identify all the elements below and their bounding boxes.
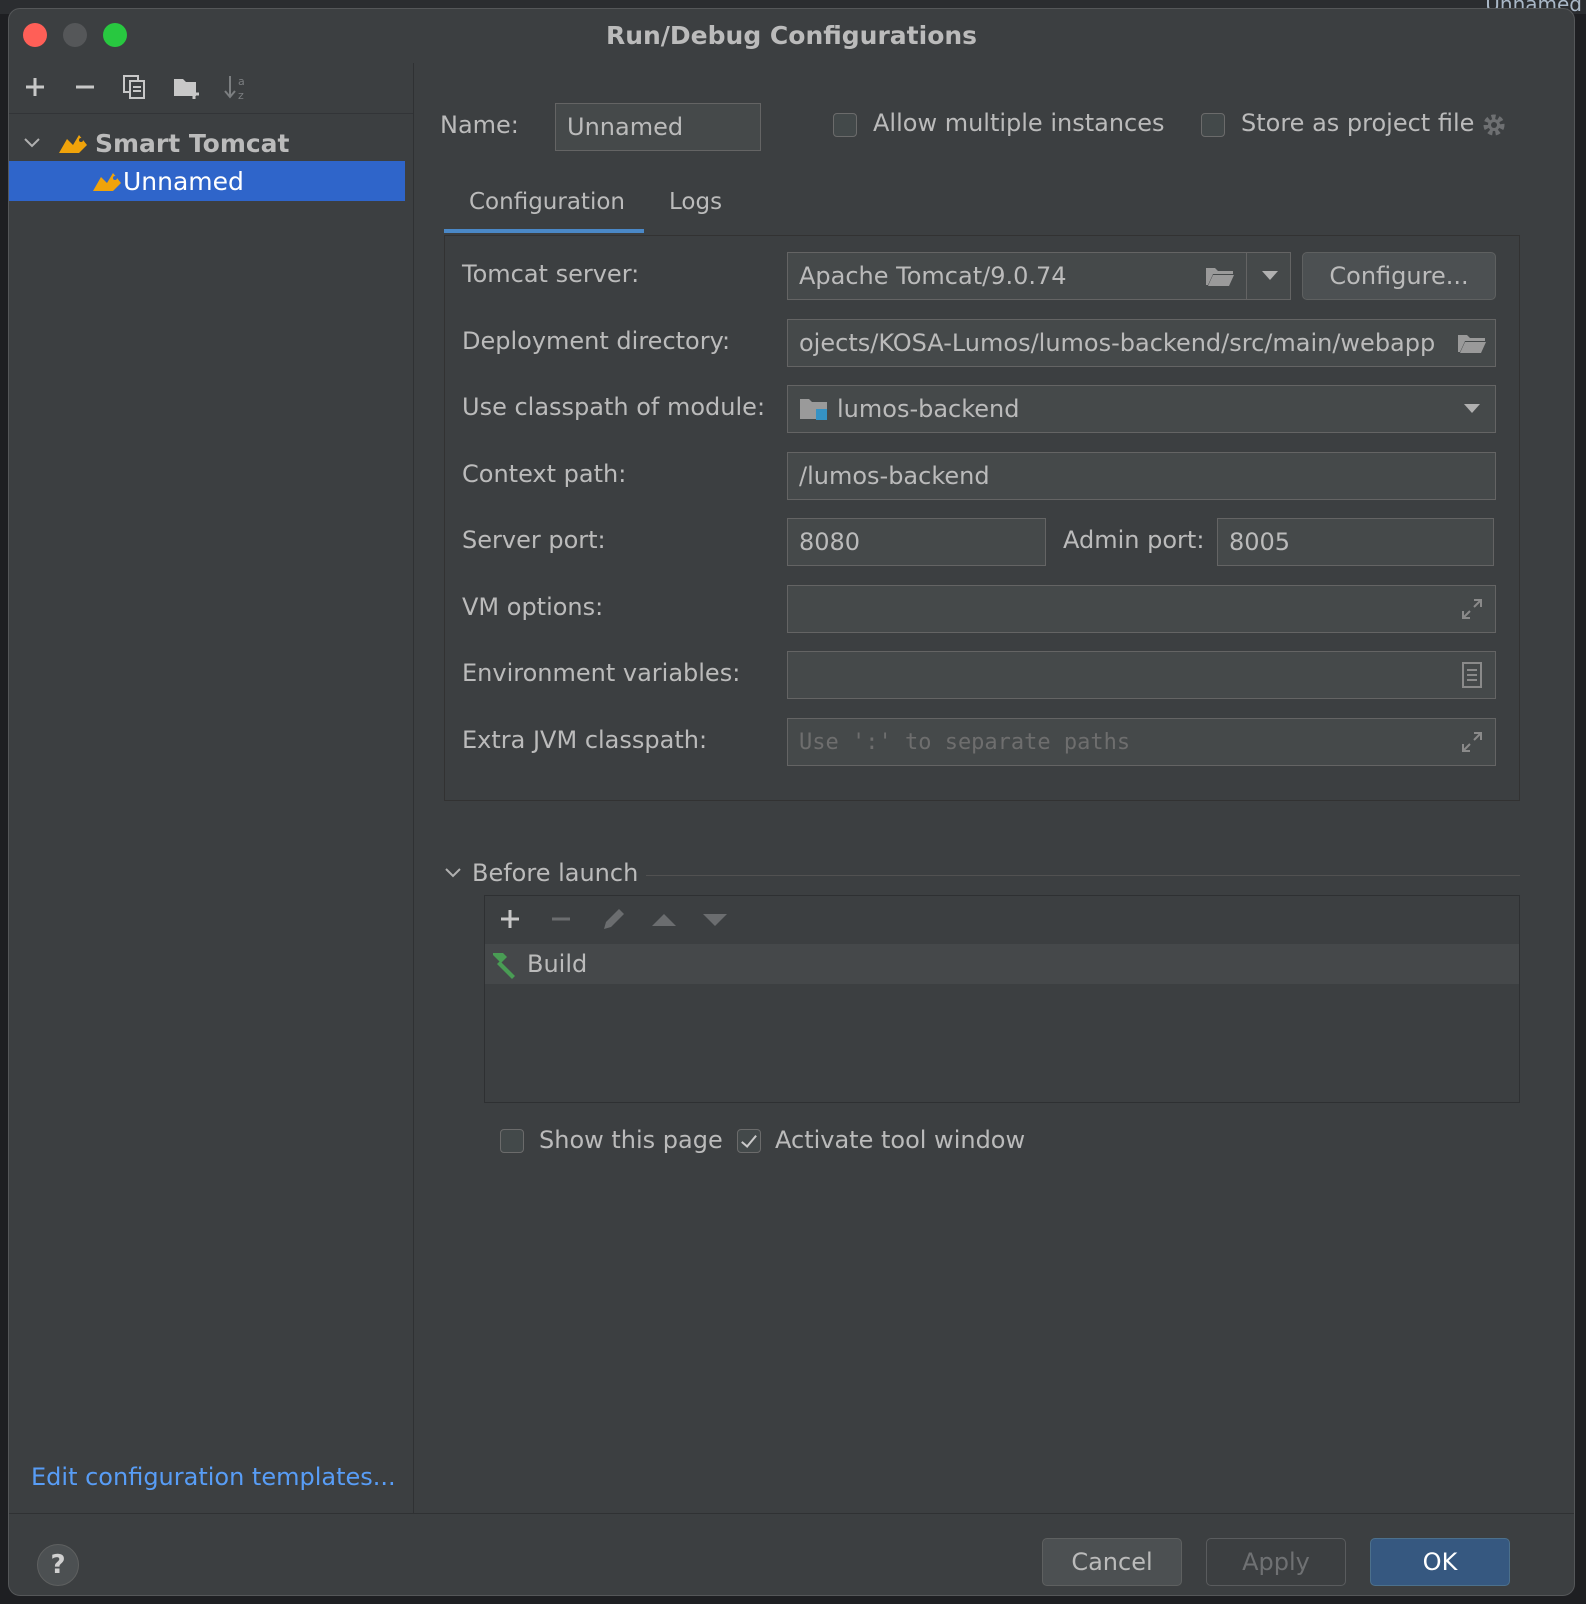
extra-jvm-classpath-placeholder: Use ':' to separate paths: [799, 729, 1131, 755]
deployment-directory-value: ojects/KOSA-Lumos/lumos-backend/src/main…: [799, 329, 1436, 357]
extra-jvm-classpath-field[interactable]: Use ':' to separate paths: [787, 718, 1496, 766]
svg-text:a: a: [238, 75, 245, 88]
remove-icon[interactable]: [67, 69, 103, 105]
server-port-field[interactable]: 8080: [787, 518, 1046, 566]
active-tab-indicator: [444, 229, 644, 233]
copy-icon[interactable]: [117, 69, 153, 105]
tab-logs[interactable]: Logs: [669, 189, 722, 215]
tomcat-icon: [91, 169, 123, 193]
allow-multiple-instances-label: Allow multiple instances: [873, 109, 1165, 137]
server-port-label: Server port:: [462, 526, 606, 554]
move-down-icon[interactable]: [702, 912, 728, 931]
hammer-icon: [487, 949, 521, 979]
store-as-project-file-checkbox[interactable]: [1201, 113, 1225, 137]
configurations-sidebar: az Smart Tomcat Unnamed Edit configurati…: [9, 63, 414, 1513]
run-debug-dialog: Run/Debug Configurations az Smart Tomcat…: [8, 8, 1575, 1596]
expand-icon[interactable]: [1452, 719, 1492, 765]
expand-icon[interactable]: [1452, 586, 1492, 632]
before-launch-title: Before launch: [472, 859, 639, 887]
tree-group-label: Smart Tomcat: [95, 128, 290, 158]
tomcat-server-select[interactable]: Apache Tomcat/9.0.74: [787, 252, 1291, 300]
title-bar: Run/Debug Configurations: [9, 9, 1574, 63]
chevron-down-icon[interactable]: [23, 137, 43, 149]
gear-icon[interactable]: [1480, 111, 1508, 143]
vm-options-label: VM options:: [462, 593, 604, 621]
context-path-label: Context path:: [462, 460, 627, 488]
activate-tool-window-label: Activate tool window: [775, 1126, 1026, 1154]
environment-variables-label: Environment variables:: [462, 659, 741, 687]
name-field[interactable]: Unnamed: [555, 103, 761, 151]
tree-group-smart-tomcat[interactable]: Smart Tomcat: [9, 123, 405, 163]
before-launch-toolbar: [485, 896, 1519, 945]
configuration-tab-panel: Tomcat server: Apache Tomcat/9.0.74 Conf…: [444, 235, 1520, 801]
tomcat-icon: [57, 131, 89, 155]
admin-port-label: Admin port:: [1063, 526, 1205, 554]
tree-item-label: Unnamed: [123, 166, 244, 196]
build-step-label: Build: [527, 950, 588, 978]
document-icon[interactable]: [1452, 652, 1492, 698]
remove-icon[interactable]: [550, 908, 572, 934]
store-as-project-file-label: Store as project file: [1241, 109, 1475, 137]
edit-icon[interactable]: [600, 905, 628, 937]
svg-text:z: z: [238, 89, 244, 101]
show-this-page-label: Show this page: [539, 1126, 723, 1154]
classpath-module-label: Use classpath of module:: [462, 393, 766, 421]
classpath-module-value: lumos-backend: [837, 395, 1020, 423]
tomcat-server-value: Apache Tomcat/9.0.74: [799, 262, 1067, 290]
dialog-title: Run/Debug Configurations: [605, 21, 978, 50]
tab-configuration[interactable]: Configuration: [469, 189, 625, 215]
admin-port-field[interactable]: 8005: [1217, 518, 1494, 566]
dialog-footer: ? Cancel Apply OK: [9, 1513, 1574, 1595]
sidebar-toolbar: az: [9, 63, 413, 114]
show-this-page-checkbox[interactable]: [500, 1129, 524, 1153]
classpath-module-select[interactable]: lumos-backend: [787, 385, 1496, 433]
chevron-down-icon[interactable]: [444, 867, 462, 879]
folder-open-icon[interactable]: [1450, 320, 1494, 366]
edit-configuration-templates-link[interactable]: Edit configuration templates...: [31, 1463, 396, 1491]
environment-variables-field[interactable]: [787, 651, 1496, 699]
deployment-directory-label: Deployment directory:: [462, 327, 731, 355]
sort-icon[interactable]: az: [219, 69, 255, 105]
before-launch-list: Build: [484, 895, 1520, 1103]
extra-jvm-classpath-label: Extra JVM classpath:: [462, 726, 708, 754]
activate-tool-window-checkbox[interactable]: [737, 1129, 761, 1153]
cancel-button[interactable]: Cancel: [1042, 1538, 1182, 1586]
ok-button[interactable]: OK: [1370, 1538, 1510, 1586]
help-button[interactable]: ?: [37, 1544, 79, 1586]
new-folder-icon[interactable]: [169, 69, 205, 105]
tree-item-unnamed[interactable]: Unnamed: [9, 161, 405, 201]
apply-button[interactable]: Apply: [1206, 1538, 1346, 1586]
section-divider: [646, 875, 1520, 876]
tomcat-server-label: Tomcat server:: [462, 260, 640, 288]
deployment-directory-field[interactable]: ojects/KOSA-Lumos/lumos-backend/src/main…: [787, 319, 1496, 367]
module-folder-icon: [799, 396, 829, 422]
allow-multiple-instances-checkbox[interactable]: [833, 113, 857, 137]
add-icon[interactable]: [499, 908, 521, 934]
vm-options-field[interactable]: [787, 585, 1496, 633]
list-item[interactable]: Build: [485, 944, 1519, 984]
add-icon[interactable]: [17, 69, 53, 105]
context-path-field[interactable]: /lumos-backend: [787, 452, 1496, 500]
chevron-down-icon[interactable]: [1248, 253, 1290, 299]
name-label: Name:: [440, 111, 519, 139]
configuration-editor: Name: Unnamed Allow multiple instances S…: [414, 63, 1574, 1513]
folder-open-icon[interactable]: [1200, 253, 1240, 299]
before-launch-header[interactable]: Before launch: [444, 859, 638, 887]
chevron-down-icon[interactable]: [1452, 386, 1492, 432]
configure-button[interactable]: Configure...: [1302, 252, 1496, 300]
move-up-icon[interactable]: [651, 912, 677, 931]
